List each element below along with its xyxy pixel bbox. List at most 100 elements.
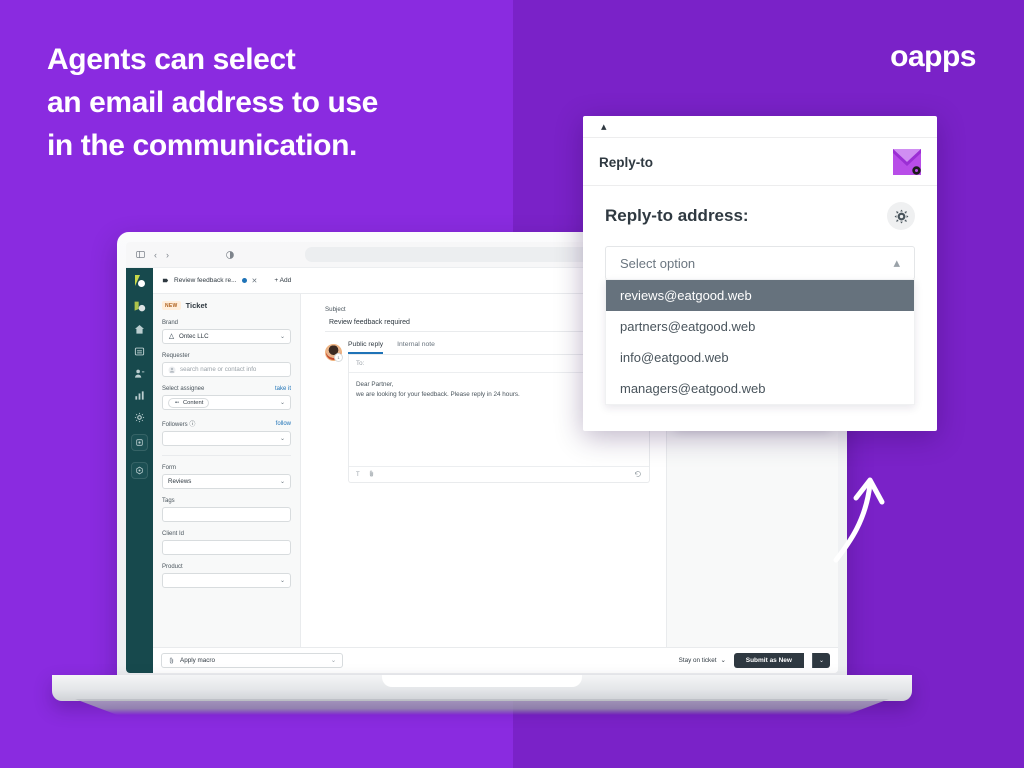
laptop-base	[52, 675, 912, 701]
apply-macro-label: Apply macro	[180, 657, 215, 664]
take-it-link[interactable]: take it	[275, 386, 291, 392]
stay-on-ticket-select[interactable]: Stay on ticket ⌄	[679, 657, 726, 664]
undo-icon[interactable]	[634, 470, 642, 480]
group-icon	[175, 400, 180, 403]
select-placeholder: Select option	[620, 255, 696, 271]
pointer-arrow-icon	[820, 460, 900, 575]
chevron-up-icon: ▴	[893, 255, 900, 270]
submit-options-button[interactable]: ⌄	[811, 653, 830, 668]
nav-integrations-icon[interactable]	[131, 462, 148, 479]
assignee-pill: Content	[168, 397, 210, 408]
tags-input[interactable]	[162, 507, 291, 522]
chevron-down-icon: ⌄	[279, 436, 285, 442]
dialog-body: Reply-to address: Select option ▴ review…	[583, 186, 937, 431]
editor-toolbar: T	[349, 466, 649, 482]
attachment-icon[interactable]	[368, 470, 375, 479]
form-value: Reviews	[168, 478, 192, 485]
followers-label-row: Followers ⓘ follow	[162, 419, 291, 429]
nav-settings-icon[interactable]	[134, 412, 145, 423]
brand-label: Brand	[162, 320, 179, 326]
tab-unsaved-dot	[241, 278, 247, 283]
brand-icon	[168, 333, 175, 339]
forward-arrow-icon[interactable]: ›	[166, 250, 169, 260]
ticket-icon	[162, 278, 169, 283]
follow-link[interactable]: follow	[276, 421, 291, 427]
nav-brand-icon[interactable]	[133, 300, 146, 313]
text-format-icon[interactable]: T	[356, 472, 360, 478]
dialog-header: Reply-to	[583, 138, 937, 186]
dialog-title: Reply-to address:	[605, 206, 749, 225]
sidebar-toggle-icon[interactable]	[136, 250, 145, 259]
reply-to-option-list: reviews@eatgood.web partners@eatgood.web…	[605, 279, 915, 405]
nav-reporting-icon[interactable]	[134, 390, 145, 401]
apply-macro-select[interactable]: Apply macro ⌄	[161, 653, 343, 668]
reply-to-dialog: ▴ Reply-to Reply-to address: Select opti…	[583, 116, 937, 431]
add-tab-button[interactable]: + Add	[266, 277, 299, 284]
brand-value: Ontec LLC	[179, 333, 209, 340]
tab-label: Review feedback re...	[174, 277, 237, 284]
chevron-down-icon: ⌄	[279, 334, 285, 340]
headline-line-1: Agents can select	[47, 43, 296, 76]
option-item-partners[interactable]: partners@eatgood.web	[606, 311, 914, 342]
form-select[interactable]: Reviews ⌄	[162, 474, 291, 489]
nav-apps-icon[interactable]	[131, 434, 148, 451]
avatar	[325, 344, 343, 362]
requester-placeholder: search name or contact info	[180, 366, 257, 373]
headline-line-3: in the communication.	[47, 129, 357, 162]
laptop-foot-shadow	[74, 699, 890, 715]
chevron-down-icon: ⌄	[279, 400, 285, 406]
reply-to-select[interactable]: Select option ▴	[605, 246, 915, 280]
nav-customers-icon[interactable]	[134, 368, 145, 379]
chevron-down-icon: ⌄	[330, 657, 336, 664]
collapse-caret-icon[interactable]: ▴	[601, 120, 607, 133]
client-id-label: Client Id	[162, 531, 185, 537]
brand-select[interactable]: Ontec LLC ⌄	[162, 329, 291, 344]
requester-input[interactable]: search name or contact info	[162, 362, 291, 377]
assignee-value: Content	[183, 399, 204, 406]
nav-views-icon[interactable]	[134, 346, 145, 357]
gear-icon[interactable]	[887, 202, 915, 230]
assignee-select[interactable]: Content ⌄	[162, 395, 291, 410]
ticket-label: Ticket	[185, 301, 208, 310]
envelope-icon	[893, 149, 921, 175]
info-icon[interactable]: ⓘ	[189, 422, 195, 428]
tab-close-icon[interactable]: ✕	[252, 277, 258, 285]
dialog-header-title: Reply-to	[599, 154, 653, 170]
submit-as-new-button[interactable]: Submit as New	[733, 653, 804, 668]
option-item-managers[interactable]: managers@eatgood.web	[606, 373, 914, 404]
app-logo-icon	[126, 267, 153, 294]
product-select[interactable]: ⌄	[162, 573, 291, 588]
followers-label-text: Followers	[162, 422, 188, 428]
tags-label: Tags	[162, 498, 175, 504]
client-id-input[interactable]	[162, 540, 291, 555]
panel-divider	[162, 455, 291, 456]
assignee-label: Select assignee	[162, 386, 205, 392]
back-arrow-icon[interactable]: ‹	[154, 250, 157, 260]
ticket-properties-panel: NEW Ticket Brand Ontec LLC ⌄ Requester s…	[153, 294, 301, 673]
ticket-footer-bar: Apply macro ⌄ Stay on ticket ⌄ Submit as…	[153, 647, 838, 673]
dialog-title-row: Reply-to address:	[605, 202, 915, 230]
dialog-collapse-bar[interactable]: ▴	[583, 116, 937, 138]
page-headline: Agents can select an email address to us…	[47, 38, 477, 167]
ticket-status-badge-row: NEW Ticket	[162, 301, 291, 310]
avatar-icon	[168, 366, 176, 373]
followers-label: Followers ⓘ	[162, 419, 195, 428]
tab-public-reply[interactable]: Public reply	[348, 341, 384, 354]
contrast-icon[interactable]	[226, 250, 234, 259]
oapps-logo: oapps	[890, 40, 976, 73]
stay-on-ticket-label: Stay on ticket	[678, 657, 717, 664]
followers-select[interactable]: ⌄	[162, 431, 291, 446]
form-label: Form	[162, 465, 176, 471]
chevron-down-icon: ⌄	[279, 479, 285, 485]
tab-internal-note[interactable]: Internal note	[397, 341, 435, 354]
requester-label: Requester	[162, 353, 190, 359]
nav-home-icon[interactable]	[134, 324, 145, 335]
option-item-info[interactable]: info@eatgood.web	[606, 342, 914, 373]
chevron-down-icon: ⌄	[720, 657, 726, 664]
macro-icon	[169, 657, 174, 664]
option-item-reviews[interactable]: reviews@eatgood.web	[606, 280, 914, 311]
nav-rail	[126, 294, 153, 673]
tab-review-feedback[interactable]: Review feedback re... ✕	[153, 268, 266, 293]
product-label: Product	[162, 564, 183, 570]
chevron-down-icon: ⌄	[279, 578, 285, 584]
